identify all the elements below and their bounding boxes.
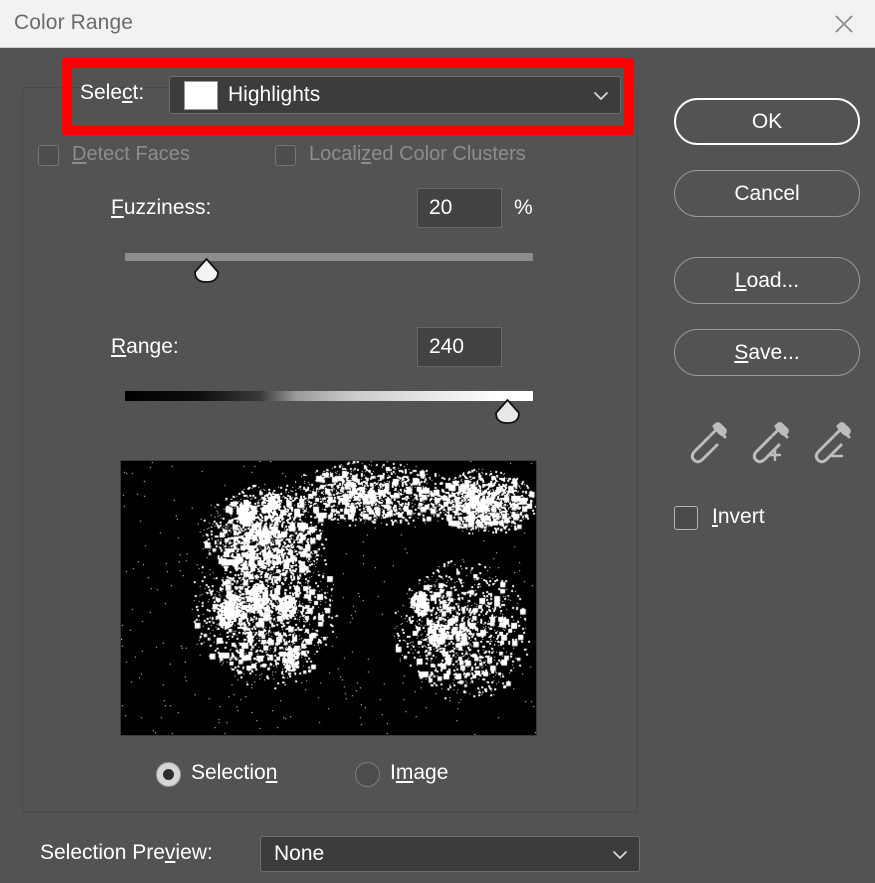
eyedropper-plus-icon[interactable] [744,418,796,468]
range-input[interactable]: 240 [417,327,502,367]
fuzziness-slider-track[interactable] [125,253,533,261]
localized-color-clusters-checkbox[interactable] [275,145,296,166]
fuzziness-value: 20 [429,196,453,219]
select-color-swatch [184,81,218,110]
fuzziness-slider-thumb[interactable] [193,258,220,283]
ok-button[interactable]: OK [674,98,860,145]
range-label: Range: [111,335,179,358]
save-button[interactable]: Save... [674,329,860,376]
eyedropper-icon[interactable] [682,418,734,468]
color-range-dialog: Color Range Select: Highlights Detect Fa… [0,0,875,883]
selection-preview-dropdown[interactable]: None [260,836,640,872]
select-value: Highlights [228,83,321,106]
detect-faces-label: Detect Faces [72,143,190,165]
selection-preview-label: Selection Preview: [40,841,213,864]
eyedropper-minus-icon[interactable] [806,418,858,468]
radio-selection[interactable] [156,762,181,787]
load-button[interactable]: Load... [674,257,860,304]
fuzziness-input[interactable]: 20 [417,188,502,228]
chevron-down-icon [594,92,608,100]
close-button[interactable] [821,4,867,44]
dialog-title: Color Range [14,11,133,34]
radio-image-label: Image [390,761,449,784]
select-dropdown[interactable]: Highlights [169,76,621,114]
range-value: 240 [429,335,465,358]
detect-faces-checkbox[interactable] [38,145,59,166]
selection-preview-image[interactable] [120,460,537,736]
fuzziness-unit: % [514,196,533,219]
selection-mask-canvas [121,461,536,735]
invert-label: Invert [712,505,765,528]
select-label: Select: [80,81,145,104]
selection-preview-value: None [274,842,325,865]
radio-image[interactable] [355,762,380,787]
invert-checkbox[interactable] [674,506,698,530]
radio-selection-label: Selection [191,761,278,784]
fuzziness-label: Fuzziness: [111,196,212,219]
cancel-button[interactable]: Cancel [674,170,860,217]
dialog-titlebar: Color Range [0,0,875,48]
range-slider-thumb[interactable] [494,399,521,424]
chevron-down-icon [613,851,627,859]
range-slider-track[interactable] [125,391,533,401]
close-icon [835,15,853,33]
localized-color-clusters-label: Localized Color Clusters [309,143,526,165]
